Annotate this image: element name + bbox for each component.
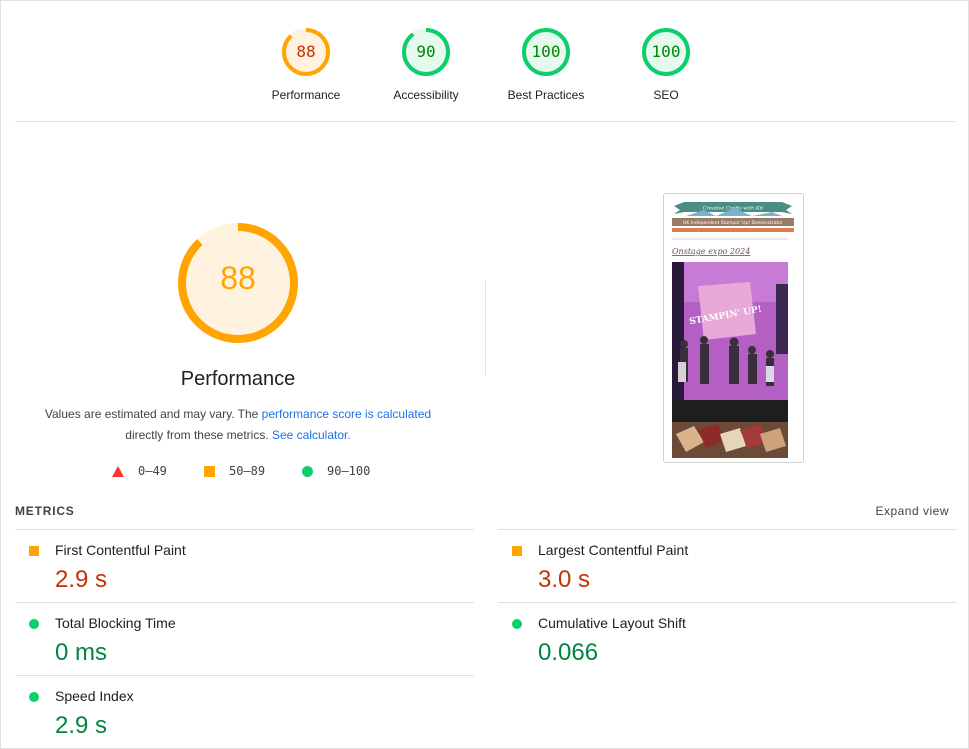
screenshot-subtitle: UK Independent Stampin' Up! Demonstrator <box>683 220 783 226</box>
metrics-heading: METRICS <box>15 504 75 518</box>
category-gauges: 88 Performance 90 Accessibility 100 Best… <box>230 20 710 110</box>
metric-value: 2.9 s <box>55 566 108 593</box>
gauge-accessibility[interactable]: 90 Accessibility <box>366 20 486 102</box>
see-calculator-link[interactable]: See calculator. <box>272 428 351 442</box>
metric-first-contentful-paint: First Contentful Paint 2.9 s <box>15 529 474 602</box>
screenshot-post-title: Onstage expo 2024 <box>672 247 750 256</box>
triangle-icon <box>112 465 124 477</box>
legend-fail-label: 0–49 <box>138 464 167 478</box>
performance-score: 88 <box>220 260 256 296</box>
metric-value: 0.066 <box>538 639 599 666</box>
legend-pass: 90–100 <box>302 464 370 478</box>
gauge-best-practices[interactable]: 100 Best Practices <box>486 20 606 102</box>
legend-pass-label: 90–100 <box>327 464 371 478</box>
page-screenshot-image: Creative Crafts with Kit UK Independent … <box>664 194 803 462</box>
legend-average-label: 50–89 <box>229 464 266 478</box>
square-icon <box>204 465 215 477</box>
final-screenshot[interactable]: Creative Crafts with Kit UK Independent … <box>663 193 804 463</box>
performance-title: Performance <box>180 368 296 390</box>
vertical-divider <box>485 280 486 376</box>
gauge-label: SEO <box>653 88 679 102</box>
description-text: Values are estimated and may vary. The <box>44 407 262 421</box>
gauge-performance[interactable]: 88 Performance <box>246 20 366 102</box>
gauge-score: 88 <box>296 42 316 61</box>
gauge-score: 90 <box>416 42 436 61</box>
pass-circle-icon <box>29 619 39 629</box>
legend-fail: 0–49 <box>112 464 167 478</box>
metric-cumulative-layout-shift: Cumulative Layout Shift 0.066 <box>498 602 957 675</box>
average-square-icon <box>512 546 522 556</box>
metric-name: Total Blocking Time <box>55 615 176 631</box>
metric-value: 2.9 s <box>55 712 108 739</box>
metric-name: Cumulative Layout Shift <box>538 615 686 631</box>
metric-largest-contentful-paint: Largest Contentful Paint 3.0 s <box>498 529 957 602</box>
metric-value: 3.0 s <box>538 566 591 593</box>
metric-speed-index: Speed Index 2.9 s <box>15 675 474 746</box>
gauge-seo[interactable]: 100 SEO <box>606 20 726 102</box>
pass-circle-icon <box>29 692 39 702</box>
expand-view-toggle[interactable]: Expand view <box>875 504 949 518</box>
performance-description: Values are estimated and may vary. The p… <box>30 404 446 446</box>
gauge-label: Accessibility <box>393 88 459 102</box>
metric-name: First Contentful Paint <box>55 542 186 558</box>
average-square-icon <box>29 546 39 556</box>
gauge-score: 100 <box>531 42 561 61</box>
metric-name: Largest Contentful Paint <box>538 542 689 558</box>
metric-total-blocking-time: Total Blocking Time 0 ms <box>15 602 474 675</box>
metric-name: Speed Index <box>55 688 134 704</box>
score-calculated-link[interactable]: performance score is calculated <box>262 407 431 421</box>
header-divider <box>15 121 956 122</box>
gauge-label: Best Practices <box>507 88 585 102</box>
legend-average: 50–89 <box>204 464 265 478</box>
gauge-score: 100 <box>651 42 681 61</box>
circle-icon <box>302 465 313 477</box>
gauge-label: Performance <box>271 88 341 102</box>
description-text: directly from these metrics. <box>125 428 272 442</box>
pass-circle-icon <box>512 619 522 629</box>
metric-value: 0 ms <box>55 639 108 666</box>
